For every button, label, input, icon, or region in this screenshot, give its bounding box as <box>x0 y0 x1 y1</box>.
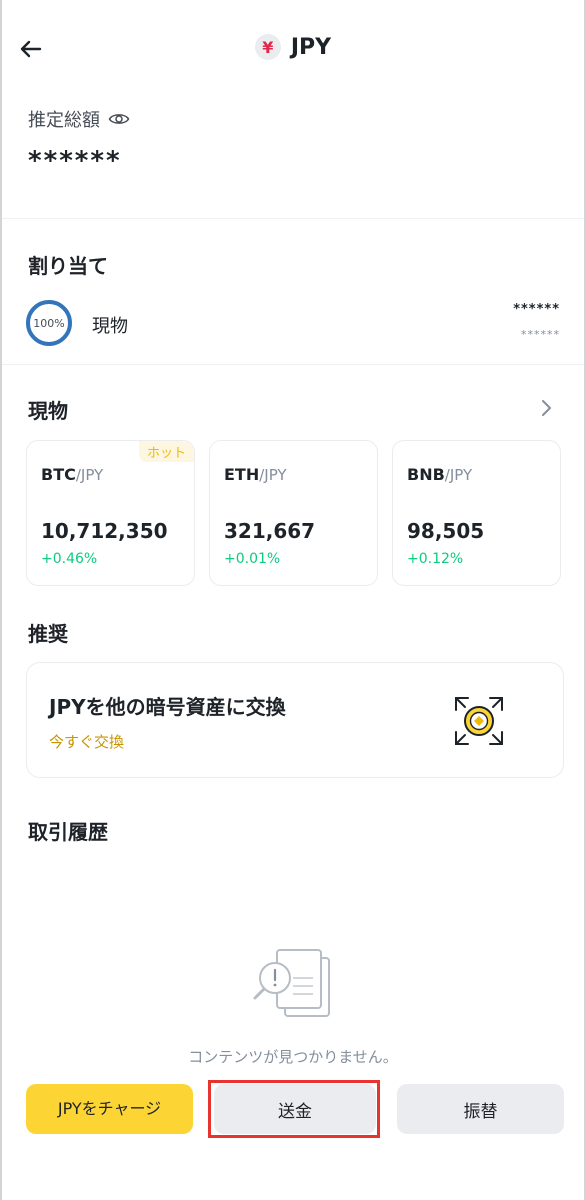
estimated-total-label-row: 推定総額 <box>28 106 130 132</box>
spot-more-button[interactable] <box>534 396 558 420</box>
history-title: 取引履歴 <box>28 820 108 844</box>
toggle-visibility-button[interactable] <box>108 111 130 127</box>
pair-card-btc[interactable]: ホット BTC/JPY 10,712,350 +0.46% <box>26 440 195 586</box>
pair-name: ETH/JPY <box>224 465 287 484</box>
estimated-total: 推定総額 ****** <box>28 106 130 176</box>
pair-change: +0.01% <box>224 551 281 567</box>
divider <box>2 218 584 219</box>
pair-name: BTC/JPY <box>41 465 103 484</box>
spot-title: 現物 <box>28 399 68 423</box>
pair-price: 321,667 <box>224 519 316 543</box>
jpy-coin-icon: ¥ <box>254 34 281 60</box>
chevron-right-icon <box>542 400 551 416</box>
empty-state-text: コンテンツが見つかりません。 <box>188 1048 398 1066</box>
pair-card-eth[interactable]: ETH/JPY 321,667 +0.01% <box>209 440 378 586</box>
header: ¥ JPY <box>2 22 584 78</box>
transfer-button[interactable]: 振替 <box>397 1084 564 1134</box>
pair-name: BNB/JPY <box>407 465 472 484</box>
pair-card-bnb[interactable]: BNB/JPY 98,505 +0.12% <box>392 440 561 586</box>
charge-jpy-button[interactable]: JPYをチャージ <box>26 1084 193 1134</box>
pair-base: ETH <box>224 465 260 484</box>
pair-quote: /JPY <box>75 466 104 484</box>
swap-icon <box>455 697 503 745</box>
pair-base: BNB <box>407 465 445 484</box>
allocation-label: 現物 <box>92 316 128 337</box>
spot-cards: ホット BTC/JPY 10,712,350 +0.46% ETH/JPY 32… <box>26 440 562 586</box>
empty-document-icon <box>253 949 330 1017</box>
pair-base: BTC <box>41 465 76 484</box>
allocation-ring: 100% <box>26 300 72 346</box>
hot-badge: ホット <box>138 441 194 462</box>
convert-card[interactable]: JPYを他の暗号資産に交換 今すぐ交換 <box>26 662 564 778</box>
allocation-title: 割り当て <box>28 254 108 278</box>
convert-now-link[interactable]: 今すぐ交換 <box>49 731 124 752</box>
screen: ¥ JPY 推定総額 ****** 割り当て 100% 現物 ****** **… <box>0 0 586 1200</box>
page-title: JPY <box>290 34 332 60</box>
allocation-row: 100% 現物 ****** ****** <box>26 300 560 348</box>
pair-quote: /JPY <box>259 466 287 484</box>
convert-card-title: JPYを他の暗号資産に交換 <box>49 695 286 719</box>
pair-price: 10,712,350 <box>41 519 168 543</box>
divider <box>2 364 584 365</box>
allocation-value: ****** <box>513 302 560 317</box>
pair-change: +0.46% <box>41 551 98 567</box>
eye-icon <box>108 114 130 124</box>
estimated-total-value: ****** <box>28 146 122 176</box>
pair-quote: /JPY <box>444 466 473 484</box>
send-button[interactable]: 送金 <box>214 1084 376 1134</box>
recommend-title: 推奨 <box>28 622 68 646</box>
pair-change: +0.12% <box>407 551 464 567</box>
pair-price: 98,505 <box>407 519 485 543</box>
estimated-total-label: 推定総額 <box>28 110 100 131</box>
title-group: ¥ JPY <box>2 34 584 60</box>
allocation-value-secondary: ****** <box>521 328 560 341</box>
